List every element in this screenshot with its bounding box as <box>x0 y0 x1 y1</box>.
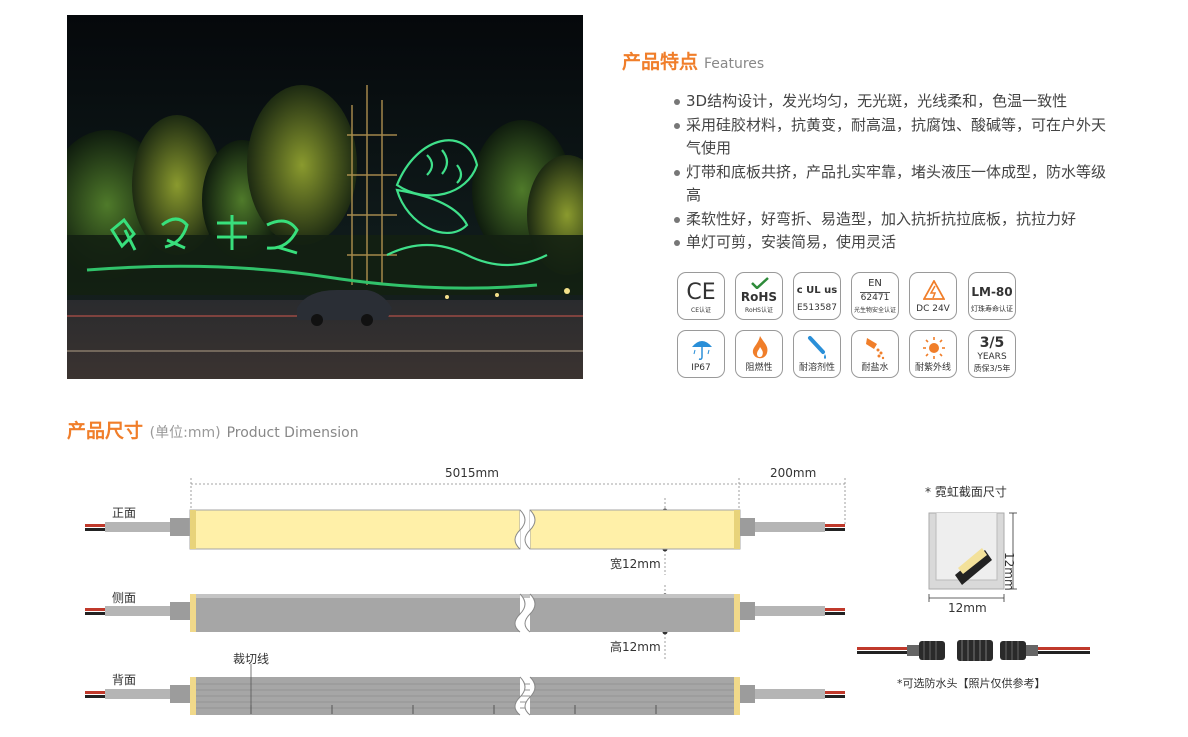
back-view-strip <box>85 664 845 716</box>
connector-note: *可选防水头【照片仅供参考】 <box>897 677 1046 690</box>
cross-section-title: * 霓虹截面尺寸 <box>925 485 1007 499</box>
front-view-strip <box>85 509 845 550</box>
dimension-drawing <box>85 478 1090 716</box>
cross-section-height: 12mm <box>1002 552 1016 591</box>
side-view-strip <box>85 593 845 633</box>
cross-section-width: 12mm <box>948 601 987 615</box>
waterproof-connector-image <box>857 640 1090 661</box>
